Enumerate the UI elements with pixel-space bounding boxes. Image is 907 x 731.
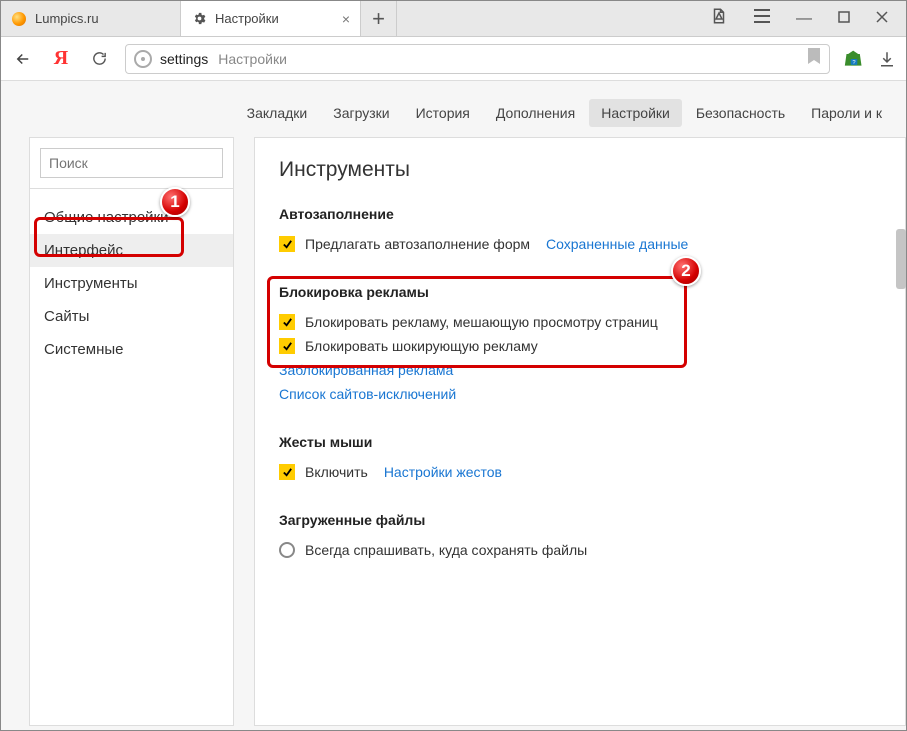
- option-label: Предлагать автозаполнение форм: [305, 236, 530, 252]
- page-heading: Инструменты: [279, 158, 881, 182]
- nav-settings[interactable]: Настройки: [589, 99, 682, 127]
- tab-title: Lumpics.ru: [35, 11, 170, 26]
- site-identity-icon[interactable]: [134, 50, 152, 68]
- hamburger-menu-icon[interactable]: [750, 5, 774, 32]
- window-controls: —: [692, 1, 906, 36]
- settings-page: Закладки Загрузки История Дополнения Нас…: [1, 81, 906, 730]
- sidebar-item-system[interactable]: Системные: [30, 333, 233, 366]
- settings-top-nav: Закладки Загрузки История Дополнения Нас…: [1, 81, 906, 137]
- window-close-button[interactable]: [872, 6, 892, 32]
- checkbox-autofill[interactable]: [279, 236, 295, 252]
- url-display: settingsНастройки: [160, 51, 287, 67]
- address-bar: Я settingsНастройки ?: [1, 37, 906, 81]
- section-title-mouse: Жесты мыши: [279, 434, 881, 450]
- section-autofill: Автозаполнение Предлагать автозаполнение…: [279, 206, 881, 256]
- settings-main-panel: Инструменты Автозаполнение Предлагать ав…: [254, 137, 906, 726]
- option-autofill-forms: Предлагать автозаполнение форм Сохраненн…: [279, 232, 881, 256]
- link-exception-sites[interactable]: Список сайтов-исключений: [279, 386, 456, 402]
- extension-icon[interactable]: ?: [844, 49, 864, 69]
- nav-passwords[interactable]: Пароли и к: [799, 99, 894, 127]
- nav-bookmarks[interactable]: Закладки: [235, 99, 320, 127]
- address-input[interactable]: settingsНастройки: [125, 44, 830, 74]
- close-icon[interactable]: ×: [342, 11, 350, 27]
- scrollbar-thumb[interactable]: [896, 229, 906, 289]
- titlebar: Lumpics.ru Настройки × + —: [1, 1, 906, 37]
- option-block-shocking-ads: Блокировать шокирующую рекламу: [279, 334, 881, 358]
- window-minimize-button[interactable]: —: [792, 6, 816, 32]
- sidebar-search-input[interactable]: [40, 148, 223, 178]
- option-label: Включить: [305, 464, 368, 480]
- new-tab-button[interactable]: +: [361, 1, 397, 36]
- section-title-adblock: Блокировка рекламы: [279, 284, 881, 300]
- sidebar-item-tools[interactable]: Инструменты: [30, 267, 233, 300]
- link-gesture-settings[interactable]: Настройки жестов: [384, 464, 502, 480]
- option-always-ask-download-location: Всегда спрашивать, куда сохранять файлы: [279, 538, 881, 562]
- tab-title: Настройки: [215, 11, 334, 26]
- option-label: Блокировать шокирующую рекламу: [305, 338, 538, 354]
- yandex-logo-icon[interactable]: Я: [49, 47, 73, 71]
- nav-security[interactable]: Безопасность: [684, 99, 797, 127]
- sidebar-item-general[interactable]: Общие настройки: [30, 201, 233, 234]
- nav-downloads[interactable]: Загрузки: [321, 99, 401, 127]
- browser-tab-settings[interactable]: Настройки ×: [181, 1, 361, 36]
- gear-icon: [191, 11, 207, 27]
- radio-always-ask[interactable]: [279, 542, 295, 558]
- section-title-downloads: Загруженные файлы: [279, 512, 881, 528]
- checkbox-block-disruptive[interactable]: [279, 314, 295, 330]
- option-block-disruptive-ads: Блокировать рекламу, мешающую просмотру …: [279, 310, 881, 334]
- nav-addons[interactable]: Дополнения: [484, 99, 587, 127]
- section-downloads: Загруженные файлы Всегда спрашивать, куд…: [279, 512, 881, 562]
- option-enable-gestures: Включить Настройки жестов: [279, 460, 881, 484]
- orange-icon: [11, 11, 27, 27]
- option-label: Блокировать рекламу, мешающую просмотру …: [305, 314, 658, 330]
- checkbox-enable-gestures[interactable]: [279, 464, 295, 480]
- browser-tab-lumpics[interactable]: Lumpics.ru: [1, 1, 181, 36]
- checkbox-block-shocking[interactable]: [279, 338, 295, 354]
- section-adblock: Блокировка рекламы Блокировать рекламу, …: [279, 284, 881, 406]
- sidebar-item-sites[interactable]: Сайты: [30, 300, 233, 333]
- downloads-icon[interactable]: [878, 50, 896, 68]
- nav-history[interactable]: История: [404, 99, 482, 127]
- link-blocked-ads[interactable]: Заблокированная реклама: [279, 362, 453, 378]
- bookmark-icon[interactable]: [807, 47, 821, 70]
- link-saved-data[interactable]: Сохраненные данные: [546, 236, 688, 252]
- option-label: Всегда спрашивать, куда сохранять файлы: [305, 542, 587, 558]
- reader-mode-icon[interactable]: [706, 3, 732, 34]
- sidebar-search-wrap: [30, 138, 233, 189]
- reload-button[interactable]: [87, 47, 111, 71]
- settings-sidebar: Общие настройки Интерфейс Инструменты Са…: [29, 137, 234, 726]
- sidebar-list: Общие настройки Интерфейс Инструменты Са…: [30, 189, 233, 378]
- sidebar-item-interface[interactable]: Интерфейс: [30, 234, 233, 267]
- window-maximize-button[interactable]: [834, 6, 854, 32]
- back-button[interactable]: [11, 47, 35, 71]
- section-title-autofill: Автозаполнение: [279, 206, 881, 222]
- settings-body: Общие настройки Интерфейс Инструменты Са…: [1, 137, 906, 726]
- section-mouse-gestures: Жесты мыши Включить Настройки жестов: [279, 434, 881, 484]
- annotation-badge-2: 2: [671, 256, 701, 286]
